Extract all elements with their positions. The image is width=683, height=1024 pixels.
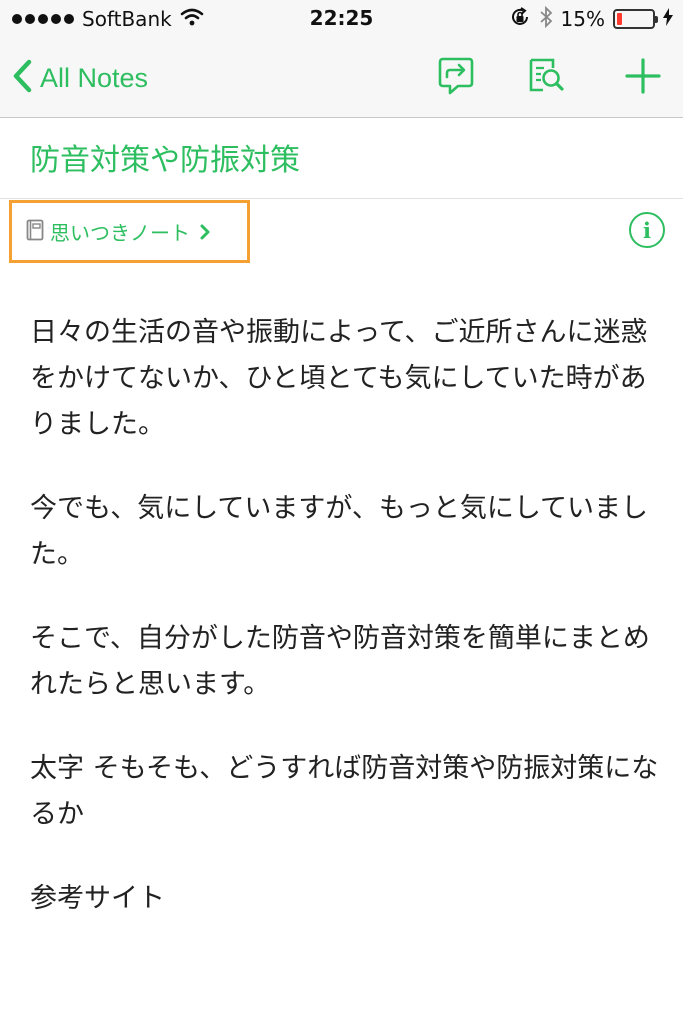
share-button[interactable] — [430, 52, 482, 104]
navigation-bar: All Notes — [0, 38, 683, 118]
info-button[interactable]: i — [629, 212, 665, 248]
back-label: All Notes — [40, 62, 149, 93]
add-button[interactable] — [617, 52, 669, 104]
info-icon: i — [643, 217, 651, 243]
share-icon — [437, 55, 475, 101]
title-divider — [0, 198, 683, 199]
notebook-icon — [26, 219, 44, 245]
note-paragraph: 参考サイト — [30, 883, 165, 914]
note-paragraph: 今でも、気にしていますが、もっと気にしていました。 — [30, 493, 649, 570]
battery-icon — [613, 9, 658, 29]
battery-level — [617, 13, 623, 25]
charging-bolt-icon — [663, 8, 673, 30]
note-paragraph: 太字 そもそも、どうすれば防音対策や防振対策になるか — [30, 753, 659, 830]
chevron-right-icon — [200, 224, 210, 240]
note-paragraph: そこで、自分がした防音や防音対策を簡単にまとめれたらと思います。 — [30, 623, 650, 700]
note-title[interactable]: 防音対策や防振対策 — [30, 135, 300, 179]
status-right: 15% — [509, 5, 673, 32]
note-body[interactable]: 日々の生活の音や振動によって、ご近所さんに迷惑をかけてないか、ひと頃とても気にし… — [30, 310, 660, 960]
note-paragraph: 日々の生活の音や振動によって、ご近所さんに迷惑をかけてないか、ひと頃とても気にし… — [30, 317, 648, 440]
search-in-note-button[interactable] — [520, 52, 572, 104]
bluetooth-icon — [539, 5, 553, 32]
chevron-left-icon — [12, 59, 32, 97]
notebook-label: 思いつきノート — [50, 221, 190, 245]
orientation-lock-icon — [509, 6, 531, 32]
status-bar: SoftBank 22:25 15% — [0, 0, 683, 38]
battery-percent: 15% — [560, 7, 605, 31]
add-icon — [625, 58, 661, 98]
back-button[interactable]: All Notes — [12, 54, 148, 102]
search-in-note-icon — [526, 56, 566, 100]
notebook-selector[interactable]: 思いつきノート — [9, 200, 250, 263]
